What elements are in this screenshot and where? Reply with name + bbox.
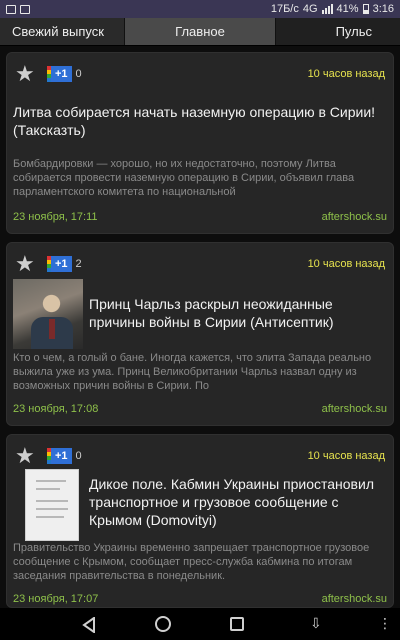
navigation-bar: ⇩ ⋮ bbox=[0, 608, 400, 640]
home-icon[interactable] bbox=[155, 616, 171, 632]
document-line bbox=[36, 508, 68, 510]
plus-one-count: 0 bbox=[75, 450, 82, 462]
google-plus-one-icon[interactable]: +1 bbox=[47, 66, 72, 82]
news-snippet: Кто о чем, а голый о бане. Иногда кажетс… bbox=[13, 352, 372, 392]
notification-icon bbox=[6, 4, 16, 14]
news-thumbnail[interactable] bbox=[13, 279, 83, 349]
document-line bbox=[36, 480, 66, 482]
card-header: ★ +1 0 10 часов назад bbox=[15, 63, 385, 85]
clock: 3:16 bbox=[372, 3, 394, 15]
news-date: 23 ноября, 17:11 bbox=[13, 211, 98, 223]
tab-pulse[interactable]: Пульс bbox=[276, 18, 400, 45]
tab-bar: Свежий выпуск Главное Пульс bbox=[0, 18, 400, 46]
more-icon[interactable]: ⋮ bbox=[378, 615, 392, 632]
news-card[interactable]: ★ +1 0 10 часов назад Дикое поле. Кабмин… bbox=[6, 434, 394, 608]
card-header: ★ +1 0 10 часов назад bbox=[15, 445, 385, 467]
card-header: ★ +1 2 10 часов назад bbox=[15, 253, 385, 275]
news-title[interactable]: Дикое поле. Кабмин Украины приостановил … bbox=[89, 475, 387, 529]
document-line bbox=[36, 500, 68, 502]
star-icon[interactable]: ★ bbox=[15, 253, 39, 275]
notification-icon bbox=[20, 4, 30, 14]
news-title[interactable]: Принц Чарльз раскрыл неожиданные причины… bbox=[89, 295, 387, 331]
news-card[interactable]: ★ +1 0 10 часов назад Литва собирается н… bbox=[6, 52, 394, 234]
status-right: 17Б/с 4G 41% 3:16 bbox=[271, 3, 400, 15]
status-bar: 17Б/с 4G 41% 3:16 bbox=[0, 0, 400, 18]
news-card[interactable]: ★ +1 2 10 часов назад Принц Чарльз раскр… bbox=[6, 242, 394, 426]
tab-fresh[interactable]: Свежий выпуск bbox=[0, 18, 124, 45]
status-left bbox=[0, 4, 30, 14]
google-plus-one-icon[interactable]: +1 bbox=[47, 256, 72, 272]
battery-percent: 41% bbox=[336, 3, 359, 15]
plus-one-count: 0 bbox=[75, 68, 82, 80]
plus-one-count: 2 bbox=[75, 258, 82, 270]
time-ago: 10 часов назад bbox=[307, 450, 385, 462]
recents-icon[interactable] bbox=[230, 617, 244, 631]
document-line bbox=[36, 488, 60, 490]
signal-type: 4G bbox=[302, 3, 318, 15]
news-source[interactable]: aftershock.su bbox=[322, 593, 387, 605]
news-snippet: Бомбардировки — хорошо, но их недостаточ… bbox=[13, 158, 355, 198]
google-plus-one-icon[interactable]: +1 bbox=[47, 448, 72, 464]
signal-icon bbox=[321, 4, 333, 14]
back-icon[interactable] bbox=[82, 617, 96, 633]
news-thumbnail[interactable] bbox=[25, 469, 79, 541]
news-date: 23 ноября, 17:07 bbox=[13, 593, 99, 605]
news-snippet: Правительство Украины временно запрещает… bbox=[13, 542, 370, 582]
news-source[interactable]: aftershock.su bbox=[322, 403, 387, 415]
news-source[interactable]: aftershock.su bbox=[322, 211, 387, 223]
news-title[interactable]: Литва собирается начать наземную операци… bbox=[13, 103, 387, 139]
news-date: 23 ноября, 17:08 bbox=[13, 403, 99, 415]
star-icon[interactable]: ★ bbox=[15, 445, 39, 467]
battery-icon bbox=[362, 4, 369, 14]
document-line bbox=[36, 516, 64, 518]
time-ago: 10 часов назад bbox=[307, 68, 385, 80]
time-ago: 10 часов назад bbox=[307, 258, 385, 270]
network-speed: 17Б/с bbox=[270, 3, 299, 15]
star-icon[interactable]: ★ bbox=[15, 63, 39, 85]
notification-down-icon[interactable]: ⇩ bbox=[310, 615, 322, 632]
thumbnail-tie bbox=[49, 319, 55, 339]
tab-main[interactable]: Главное bbox=[124, 18, 276, 45]
